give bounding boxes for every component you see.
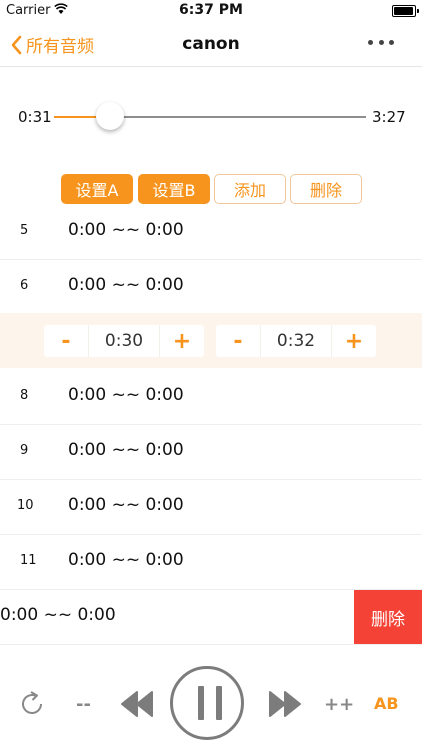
segment-range: 0:00 ~~ 0:00 [0, 605, 116, 625]
delete-button[interactable]: 删除 [290, 174, 362, 204]
navigation-bar: 所有音频 canon [0, 22, 422, 67]
fast-forward-icon[interactable] [268, 688, 302, 724]
current-time: 0:31 [18, 108, 52, 126]
start-time-stepper: - 0:30 + [44, 325, 204, 357]
segment-row[interactable]: 9 0:00 ~~ 0:00 [0, 424, 422, 480]
status-time: 6:37 PM [179, 2, 243, 18]
segment-range: 0:00 ~~ 0:00 [68, 495, 184, 515]
rewind-icon[interactable] [120, 688, 154, 724]
progress-slider[interactable] [54, 102, 366, 130]
progress-thumb[interactable] [96, 102, 125, 130]
status-bar: Carrier 6:37 PM [0, 0, 422, 22]
segment-row[interactable]: 11 0:00 ~~ 0:00 [0, 534, 422, 590]
total-time: 3:27 [372, 108, 406, 126]
more-icon[interactable] [368, 40, 394, 46]
set-a-button[interactable]: 设置A [61, 174, 133, 204]
segment-range: 0:00 ~~ 0:00 [68, 550, 184, 570]
add-button[interactable]: 添加 [214, 174, 286, 204]
segment-editor-row: - 0:30 + - 0:32 + [0, 313, 422, 368]
step-forward-button[interactable]: ++ [324, 694, 354, 715]
set-b-button[interactable]: 设置B [138, 174, 210, 204]
segment-row[interactable]: 5 0:00 ~~ 0:00 [0, 204, 422, 260]
segment-range: 0:00 ~~ 0:00 [68, 440, 184, 460]
swipe-delete-button[interactable]: 删除 [354, 590, 422, 644]
end-time-stepper: - 0:32 + [216, 325, 376, 357]
repeat-icon[interactable] [18, 690, 46, 722]
end-time-value: 0:32 [260, 325, 332, 357]
segment-index: 6 [20, 278, 29, 293]
page-title: canon [182, 34, 240, 54]
end-minus-button[interactable]: - [216, 329, 260, 354]
segment-range: 0:00 ~~ 0:00 [68, 275, 184, 295]
end-plus-button[interactable]: + [332, 329, 376, 354]
segment-index: 5 [20, 223, 29, 238]
step-back-button[interactable]: -- [76, 694, 91, 715]
segment-range: 0:00 ~~ 0:00 [68, 220, 184, 240]
segment-row[interactable]: 8 0:00 ~~ 0:00 [0, 369, 422, 425]
segment-index: 8 [20, 388, 29, 403]
segment-index: 9 [20, 443, 29, 458]
segment-row[interactable]: 10 0:00 ~~ 0:00 [0, 479, 422, 535]
start-time-value: 0:30 [88, 325, 160, 357]
pause-icon [198, 686, 222, 720]
start-minus-button[interactable]: - [44, 329, 88, 354]
segment-index: 10 [17, 498, 34, 513]
segment-row[interactable]: 6 0:00 ~~ 0:00 [0, 259, 422, 315]
start-plus-button[interactable]: + [160, 329, 204, 354]
segment-index: 11 [20, 553, 37, 568]
ab-loop-button[interactable]: AB [374, 694, 399, 713]
battery-icon [392, 5, 419, 17]
segment-range: 0:00 ~~ 0:00 [68, 385, 184, 405]
